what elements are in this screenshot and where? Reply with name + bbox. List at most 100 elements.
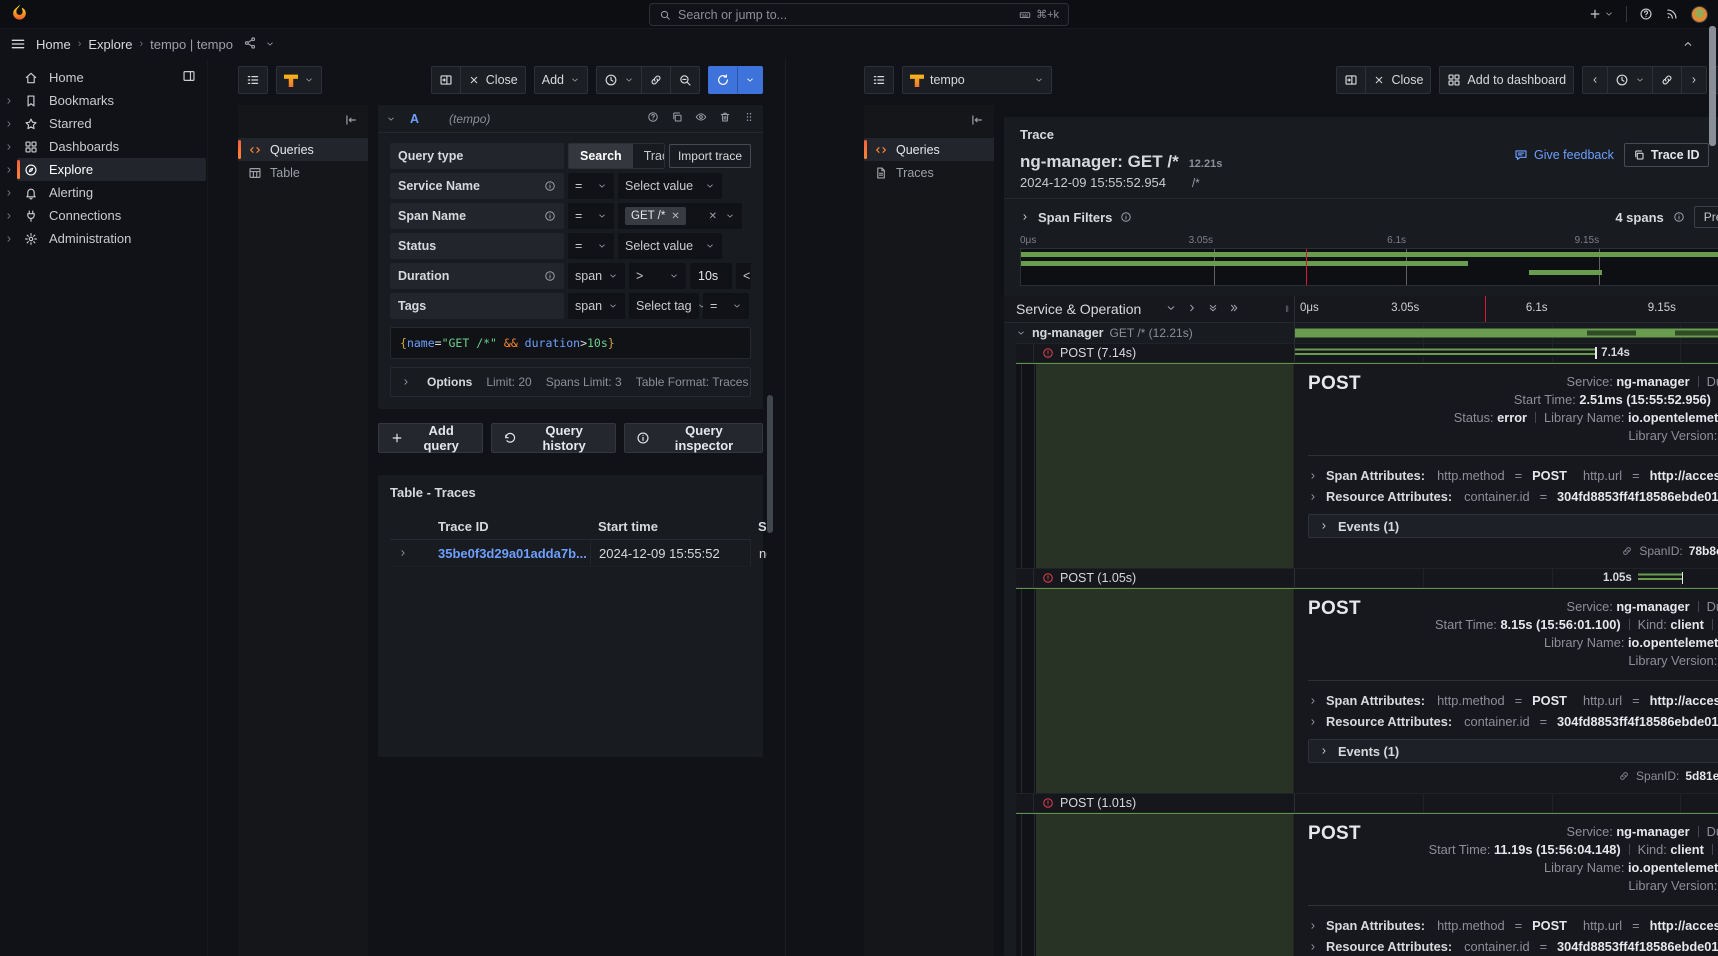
breadcrumb-more-button[interactable] xyxy=(265,37,275,52)
span-row[interactable]: POST (1.05s) 1.05s xyxy=(1016,569,1718,588)
dock-menu-button[interactable] xyxy=(182,69,196,86)
events-row[interactable]: Events (1) xyxy=(1308,514,1718,538)
expand-icon[interactable] xyxy=(0,234,17,244)
remove-chip-icon[interactable]: ✕ xyxy=(671,211,679,222)
duration-operator[interactable]: > xyxy=(629,263,686,289)
sidebar-item-administration[interactable]: Administration xyxy=(0,227,207,250)
collapse-sidebar-button[interactable] xyxy=(970,113,984,130)
sidebar-item-dashboards[interactable]: Dashboards xyxy=(0,135,207,158)
collapse-span-icon[interactable] xyxy=(1016,328,1026,338)
toggle-query-button[interactable] xyxy=(695,111,707,126)
query-help-button[interactable] xyxy=(647,111,659,126)
span-bar[interactable] xyxy=(1295,329,1718,338)
add-query-button[interactable]: Add query xyxy=(378,423,483,453)
span-bar[interactable] xyxy=(1295,349,1595,358)
trace-id-button[interactable]: Trace ID xyxy=(1624,143,1709,167)
add-button-left[interactable]: Add xyxy=(534,66,588,94)
left-tab-queries[interactable]: Queries xyxy=(238,138,368,161)
span-filters-expand-icon[interactable] xyxy=(1020,212,1030,222)
span-attributes-row[interactable]: Span Attributes: http.method=POSThttp.ur… xyxy=(1308,465,1718,486)
sidebar-item-explore[interactable]: Explore xyxy=(0,158,207,181)
help-button[interactable] xyxy=(1639,7,1653,21)
delete-query-button[interactable] xyxy=(719,111,731,126)
column-resize-handle[interactable]: ‖ xyxy=(1285,304,1290,314)
close-pane-button-left[interactable]: Close xyxy=(460,66,526,94)
query-outline-button-right[interactable] xyxy=(864,66,894,94)
expand-icon[interactable] xyxy=(0,96,17,106)
span-row-root[interactable]: ng-manager GET /* (12.21s) xyxy=(1016,323,1718,344)
span-name-operator[interactable]: = xyxy=(568,203,614,229)
query-editor-header[interactable]: A (tempo) xyxy=(378,105,763,133)
collapse-all-icon[interactable] xyxy=(1207,301,1219,317)
expand-icon[interactable] xyxy=(0,211,17,221)
span-bar[interactable] xyxy=(1638,574,1682,583)
expand-icon[interactable] xyxy=(0,165,17,175)
status-value[interactable]: Select value xyxy=(618,233,722,259)
new-menu-button[interactable] xyxy=(1588,7,1614,21)
query-options-row[interactable]: Options Limit: 20Spans Limit: 3Table For… xyxy=(390,367,751,397)
span-attributes-row[interactable]: Span Attributes: http.method=POSThttp.ur… xyxy=(1308,690,1718,711)
query-type-tab-traceql[interactable]: TraceQL xyxy=(633,144,665,168)
query-inspector-button[interactable]: Query inspector xyxy=(624,423,763,453)
right-tab-queries[interactable]: Queries xyxy=(864,138,994,161)
breadcrumb-item[interactable]: Explore xyxy=(88,37,132,52)
query-history-button[interactable]: Query history xyxy=(491,423,616,453)
search-input[interactable]: Search or jump to... ⌘+k xyxy=(649,3,1069,26)
datasource-picker-left[interactable] xyxy=(276,66,322,94)
duration-min-input[interactable]: 10s xyxy=(690,263,732,289)
give-feedback-link[interactable]: Give feedback xyxy=(1514,148,1614,162)
tags-key-select[interactable]: Select tag xyxy=(629,293,699,319)
avatar[interactable] xyxy=(1691,6,1708,23)
span-filters-label[interactable]: Span Filters xyxy=(1038,210,1112,225)
sidebar-item-home[interactable]: Home xyxy=(0,66,207,89)
viewport-scrollbar[interactable] xyxy=(1709,26,1716,146)
sidebar-item-starred[interactable]: Starred xyxy=(0,112,207,135)
drag-query-handle[interactable] xyxy=(743,111,755,126)
resource-attributes-row[interactable]: Resource Attributes: container.id=304fd8… xyxy=(1308,711,1718,732)
datasource-picker-right[interactable]: tempo xyxy=(902,66,1052,94)
time-picker-left[interactable] xyxy=(596,66,641,94)
copy-link-button-right[interactable] xyxy=(1652,66,1681,94)
right-tab-traces[interactable]: Traces xyxy=(864,161,994,184)
clear-select-icon[interactable]: ✕ xyxy=(709,211,717,222)
breadcrumb-item[interactable]: Home xyxy=(36,37,71,52)
tags-scope[interactable]: span xyxy=(568,293,625,319)
tags-operator[interactable]: = xyxy=(703,293,749,319)
add-to-dashboard-button[interactable]: Add to dashboard xyxy=(1439,66,1574,94)
span-row[interactable]: POST (7.14s) 7.14s xyxy=(1016,344,1718,363)
sidebar-item-bookmarks[interactable]: Bookmarks xyxy=(0,89,207,112)
run-query-interval-left[interactable] xyxy=(737,66,763,94)
span-name-value[interactable]: GET /*✕ ✕ xyxy=(618,203,742,229)
prev-span-button[interactable]: Prev xyxy=(1694,206,1718,228)
zoom-out-button-left[interactable] xyxy=(670,66,700,94)
service-name-operator[interactable]: = xyxy=(568,173,614,199)
trace-minimap[interactable]: 0μs3.05s6.1s9.15s12.21s xyxy=(1004,235,1718,296)
collapse-sidebar-button[interactable] xyxy=(344,113,358,130)
mega-menu-button[interactable] xyxy=(10,36,26,52)
resource-attributes-row[interactable]: Resource Attributes: container.id=304fd8… xyxy=(1308,486,1718,507)
expand-row-icon[interactable] xyxy=(390,546,430,561)
service-name-value[interactable]: Select value xyxy=(618,173,722,199)
expand-icon[interactable] xyxy=(0,142,17,152)
duration-scope[interactable]: span xyxy=(568,263,625,289)
close-pane-button-right[interactable]: Close xyxy=(1365,66,1431,94)
duration-max-operator[interactable]: < xyxy=(736,263,751,289)
sidebar-item-alerting[interactable]: Alerting xyxy=(0,181,207,204)
resource-attributes-row[interactable]: Resource Attributes: container.id=304fd8… xyxy=(1308,936,1718,956)
time-shift-forward-button[interactable] xyxy=(1681,66,1707,94)
left-tab-table[interactable]: Table xyxy=(238,161,368,184)
status-operator[interactable]: = xyxy=(568,233,614,259)
run-query-button-left[interactable] xyxy=(708,66,737,94)
left-pane-scrollbar[interactable] xyxy=(767,395,773,533)
span-row[interactable]: POST (1.01s) 1.01s xyxy=(1016,794,1718,813)
query-type-tab-search[interactable]: Search xyxy=(569,144,633,168)
duplicate-query-button[interactable] xyxy=(671,111,683,126)
sidebar-item-connections[interactable]: Connections xyxy=(0,204,207,227)
grafana-logo[interactable] xyxy=(10,3,29,25)
table-row[interactable]: 35be0f3d29a01adda7b... 2024-12-09 15:55:… xyxy=(390,540,751,567)
copy-link-button-left[interactable] xyxy=(641,66,670,94)
events-row[interactable]: Events (1) xyxy=(1308,739,1718,763)
import-trace-button[interactable]: Import trace xyxy=(669,144,751,168)
split-pane-button[interactable] xyxy=(431,66,460,94)
collapse-query-icon[interactable] xyxy=(386,114,396,124)
